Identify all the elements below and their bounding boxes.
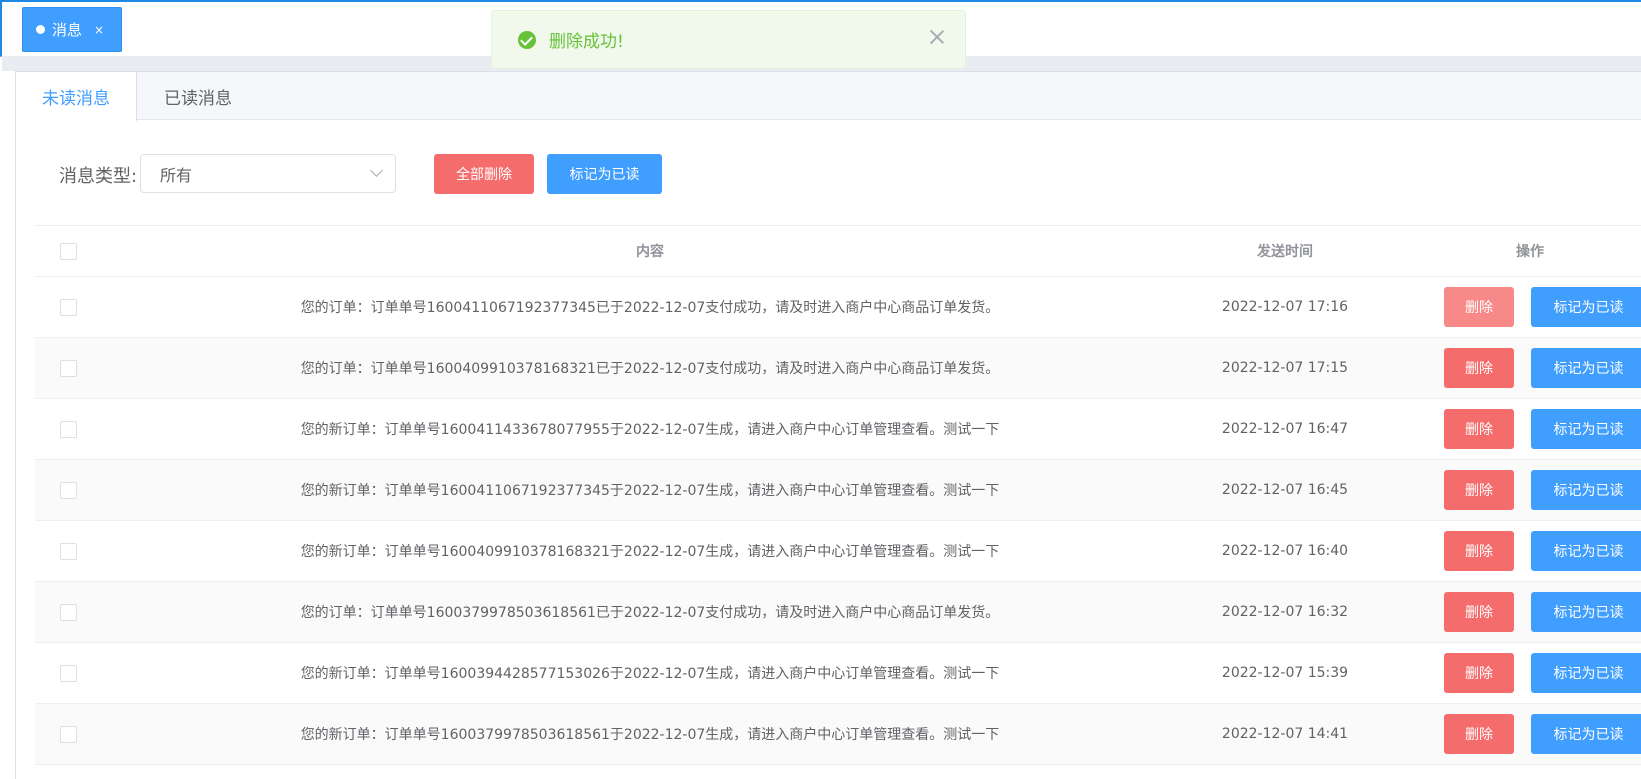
send-time: 2022-12-07 16:47 [1221,421,1349,437]
column-header-actions: 操作 [1516,244,1544,260]
delete-button[interactable]: 删除 [1444,653,1514,693]
message-content: 您的订单：订单单号1600409910378168321已于2022-12-07… [300,361,1000,377]
mark-read-row-button[interactable]: 标记为已读 [1531,592,1641,632]
delete-button[interactable]: 删除 [1444,592,1514,632]
table-row: 您的新订单：订单单号1600379978503618561于2022-12-07… [35,704,1641,765]
send-time: 2022-12-07 16:45 [1221,482,1349,498]
row-checkbox[interactable] [60,298,77,316]
page-tag-messages[interactable]: 消息 × [22,7,122,52]
table-row: 您的订单：订单单号1600409910378168321已于2022-12-07… [35,338,1641,399]
message-content: 您的新订单：订单单号1600411433678077955于2022-12-07… [300,422,1000,438]
send-time: 2022-12-07 15:39 [1221,665,1349,681]
send-time: 2022-12-07 16:40 [1221,543,1349,559]
close-tag-icon[interactable]: × [94,23,104,37]
delete-button[interactable]: 删除 [1444,409,1514,449]
message-content: 您的新订单：订单单号1600411067192377345于2022-12-07… [300,483,1000,499]
mark-read-row-button[interactable]: 标记为已读 [1531,531,1641,571]
mark-read-row-button[interactable]: 标记为已读 [1531,653,1641,693]
send-time: 2022-12-07 17:15 [1221,360,1349,376]
chevron-down-icon [370,164,383,177]
table-row: 您的订单：订单单号1600411067192377345已于2022-12-07… [35,277,1641,338]
send-time: 2022-12-07 14:41 [1221,726,1349,742]
table-row: 您的新订单：订单单号1600411433678077955于2022-12-07… [35,399,1641,460]
mark-read-row-button[interactable]: 标记为已读 [1531,470,1641,510]
message-content: 您的新订单：订单单号1600394428577153026于2022-12-07… [300,666,1000,682]
success-check-icon [518,30,536,49]
table-row: 您的新订单：订单单号1600394428577153026于2022-12-07… [35,643,1641,704]
table-body: 您的订单：订单单号1600411067192377345已于2022-12-07… [35,277,1641,765]
tab-unread[interactable]: 未读消息 [16,72,137,121]
delete-button[interactable]: 删除 [1444,348,1514,388]
messages-table: 内容 发送时间 操作 您的订单：订单单号1600411067192377345已… [35,225,1641,765]
delete-button[interactable]: 删除 [1444,714,1514,754]
messages-card: 未读消息 已读消息 消息类型: 所有 全部删除 标记为已读 内容 发送时间 操作… [15,71,1641,779]
message-content: 您的订单：订单单号1600411067192377345已于2022-12-07… [300,300,1000,316]
success-toast: 删除成功! [491,10,966,69]
row-checkbox[interactable] [60,420,77,438]
toast-message: 删除成功! [549,32,624,52]
column-header-content: 内容 [636,244,664,260]
close-icon[interactable] [927,27,947,47]
message-type-value: 所有 [160,165,193,185]
send-time: 2022-12-07 17:16 [1221,299,1349,315]
delete-button[interactable]: 删除 [1444,531,1514,571]
mark-read-button[interactable]: 标记为已读 [547,154,662,194]
tab-read[interactable]: 已读消息 [138,72,258,121]
page-tag-label: 消息 [52,21,83,39]
send-time: 2022-12-07 16:32 [1221,604,1349,620]
message-tabs: 未读消息 已读消息 [16,72,1641,121]
mark-read-row-button[interactable]: 标记为已读 [1531,409,1641,449]
delete-button[interactable]: 删除 [1444,470,1514,510]
table-header: 内容 发送时间 操作 [35,225,1641,277]
message-content: 您的订单：订单单号1600379978503618561已于2022-12-07… [300,605,1000,621]
mark-read-row-button[interactable]: 标记为已读 [1531,714,1641,754]
message-content: 您的新订单：订单单号1600379978503618561于2022-12-07… [300,727,1000,743]
active-dot-icon [36,25,45,34]
row-checkbox[interactable] [60,359,77,377]
table-row: 您的新订单：订单单号1600411067192377345于2022-12-07… [35,460,1641,521]
row-checkbox[interactable] [60,481,77,499]
mark-read-row-button[interactable]: 标记为已读 [1531,287,1641,327]
row-checkbox[interactable] [60,725,77,743]
table-row: 您的新订单：订单单号1600409910378168321于2022-12-07… [35,521,1641,582]
delete-button[interactable]: 删除 [1444,287,1514,327]
row-checkbox[interactable] [60,542,77,560]
row-checkbox[interactable] [60,664,77,682]
message-content: 您的新订单：订单单号1600409910378168321于2022-12-07… [300,544,1000,560]
table-row: 您的订单：订单单号1600379978503618561已于2022-12-07… [35,582,1641,643]
message-type-select[interactable]: 所有 [140,154,396,193]
row-checkbox[interactable] [60,603,77,621]
delete-all-button[interactable]: 全部删除 [434,154,534,194]
select-all-checkbox[interactable] [60,242,77,260]
mark-read-row-button[interactable]: 标记为已读 [1531,348,1641,388]
message-type-label: 消息类型: [59,166,138,187]
column-header-time: 发送时间 [1257,244,1313,260]
